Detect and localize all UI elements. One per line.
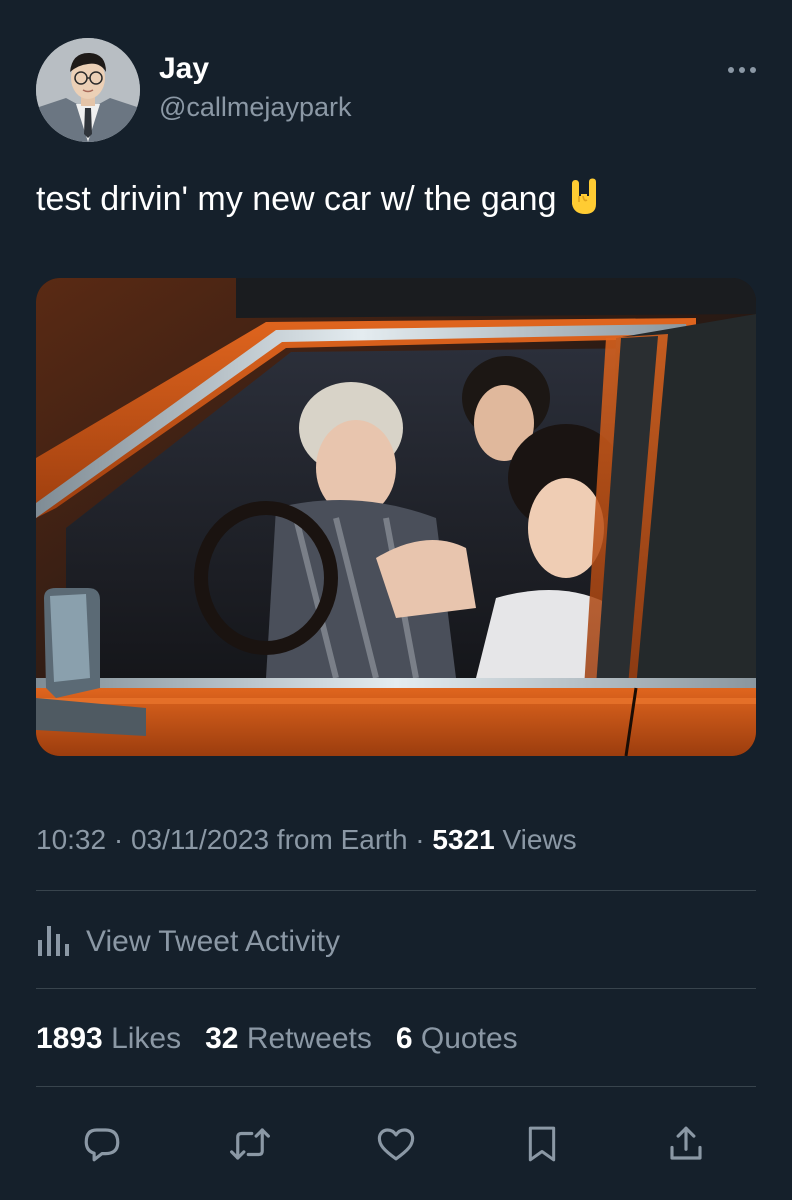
more-options-icon[interactable] bbox=[722, 58, 762, 82]
sign-of-the-horns-icon bbox=[567, 178, 601, 225]
retweet-icon[interactable] bbox=[226, 1120, 274, 1168]
likes-stat[interactable]: 1893 Likes bbox=[36, 1022, 181, 1056]
retweets-label: Retweets bbox=[238, 1022, 372, 1055]
divider bbox=[36, 890, 756, 891]
likes-label: Likes bbox=[102, 1022, 182, 1055]
views-count: 5321 bbox=[432, 824, 495, 855]
bookmark-icon[interactable] bbox=[518, 1120, 566, 1168]
likes-count: 1893 bbox=[36, 1022, 103, 1055]
tweet-date: 03/11/2023 bbox=[130, 824, 270, 855]
author-handle[interactable]: @callmejaypark bbox=[159, 92, 351, 123]
quotes-stat[interactable]: 6 Quotes bbox=[396, 1022, 518, 1056]
divider bbox=[36, 1086, 756, 1087]
tweet-body: test drivin' my new car w/ the gang bbox=[36, 180, 557, 218]
quotes-label: Quotes bbox=[412, 1022, 518, 1055]
view-tweet-activity-button[interactable]: View Tweet Activity bbox=[36, 918, 340, 966]
avatar[interactable] bbox=[36, 38, 140, 142]
views-label: Views bbox=[494, 824, 577, 855]
tweet-action-bar bbox=[36, 1112, 756, 1172]
retweets-stat[interactable]: 32 Retweets bbox=[205, 1022, 372, 1056]
tweet-meta: 10:32 · 03/11/2023 from Earth · 5321 Vie… bbox=[36, 824, 577, 856]
like-icon[interactable] bbox=[372, 1120, 420, 1168]
meta-separator: · bbox=[407, 824, 433, 855]
reply-icon[interactable] bbox=[78, 1120, 126, 1168]
analytics-icon bbox=[36, 922, 72, 963]
divider bbox=[36, 988, 756, 989]
share-icon[interactable] bbox=[662, 1120, 710, 1168]
tweet-time: 10:32 bbox=[36, 824, 107, 855]
quotes-count: 6 bbox=[395, 1022, 413, 1055]
tweet-stats: 1893 Likes 32 Retweets 6 Quotes bbox=[36, 1022, 542, 1056]
retweets-count: 32 bbox=[205, 1022, 239, 1055]
tweet-text: test drivin' my new car w/ the gang bbox=[36, 178, 601, 225]
tweet-source: from Earth bbox=[269, 824, 408, 855]
author-display-name[interactable]: Jay bbox=[159, 52, 209, 86]
view-tweet-activity-label: View Tweet Activity bbox=[86, 925, 341, 958]
meta-separator: · bbox=[106, 824, 131, 855]
tweet-media-photo[interactable] bbox=[36, 278, 756, 756]
